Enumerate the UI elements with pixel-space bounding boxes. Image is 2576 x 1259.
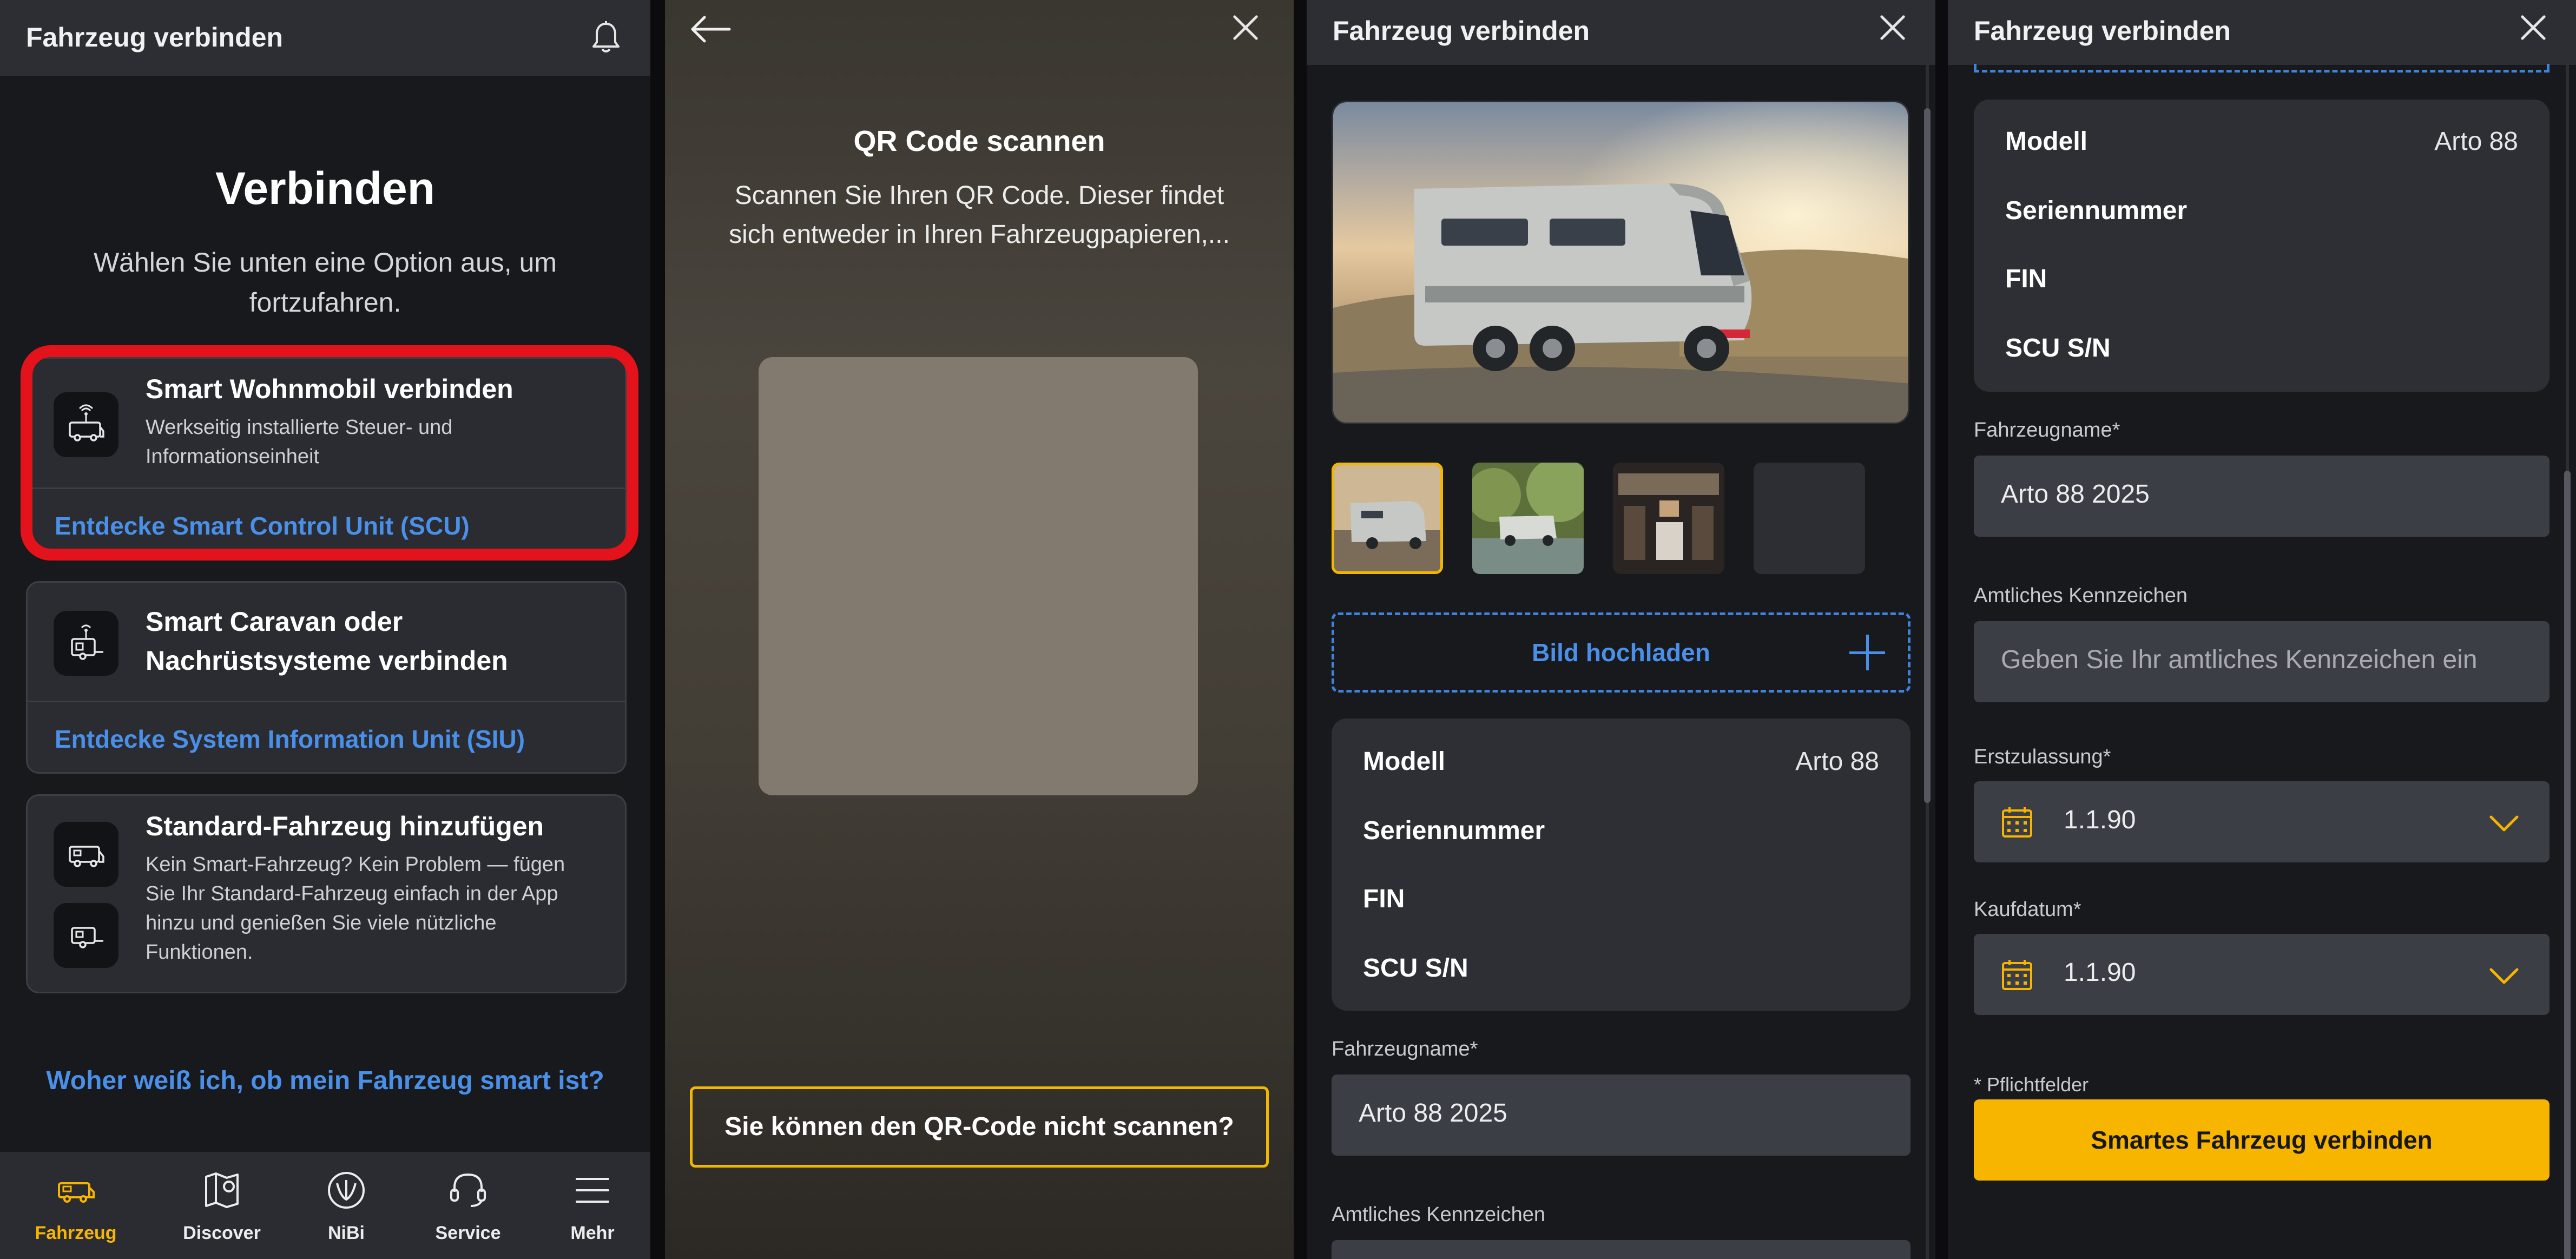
map-pin-icon bbox=[205, 1172, 239, 1208]
vehicle-name-input[interactable]: Arto 88 2025 bbox=[1332, 1075, 1910, 1156]
qr-scan-frame bbox=[759, 357, 1198, 795]
nav-label: Discover bbox=[183, 1223, 261, 1243]
plus-icon bbox=[1849, 635, 1885, 670]
nav-mehr[interactable]: Mehr bbox=[538, 1168, 647, 1244]
motorhome-icon bbox=[58, 1182, 95, 1203]
nav-discover[interactable]: Discover bbox=[168, 1168, 276, 1244]
nav-fahrzeug[interactable]: Fahrzeug bbox=[22, 1168, 130, 1244]
info-row-fin: FIN bbox=[1363, 885, 1405, 913]
menu-icon bbox=[576, 1178, 609, 1203]
plate-input[interactable]: Geben Sie Ihr amtliches Kennzeichen ein bbox=[1974, 621, 2549, 702]
thumbnail-empty[interactable] bbox=[1754, 463, 1865, 574]
nav-label: Mehr bbox=[570, 1223, 615, 1243]
bell-icon[interactable] bbox=[590, 21, 622, 54]
headset-icon bbox=[450, 1173, 486, 1207]
highlight-frame bbox=[21, 345, 638, 561]
nibi-icon bbox=[328, 1172, 365, 1209]
subheading: Wählen Sie unten eine Option aus, um for… bbox=[93, 247, 557, 318]
info-row-model: Modell Arto 88 bbox=[1363, 747, 1879, 776]
purchase-date-select[interactable]: 1.1.90 bbox=[1974, 934, 2549, 1015]
chevron-down-icon bbox=[2489, 815, 2519, 832]
card-title: Standard-Fahrzeug hinzufügen bbox=[146, 811, 544, 841]
caravan-signal-icon bbox=[54, 611, 118, 676]
vehicle-info-card: Modell Arto 88 Seriennummer FIN SCU S/N bbox=[1332, 719, 1910, 1011]
screen-vehicle-form: Fahrzeug verbinden Modell Arto 88 Serien… bbox=[1948, 0, 2576, 1259]
close-icon[interactable] bbox=[1231, 13, 1260, 42]
info-row-fin: FIN bbox=[2005, 265, 2047, 293]
vehicle-hero-image bbox=[1332, 101, 1909, 424]
calendar-icon bbox=[2002, 807, 2032, 838]
registration-label: Erstzulassung* bbox=[1974, 746, 2111, 768]
info-row-serial: Seriennummer bbox=[2005, 196, 2188, 225]
thumbnail-interior[interactable] bbox=[1613, 463, 1724, 574]
nav-label: Service bbox=[435, 1223, 501, 1243]
plate-label: Amtliches Kennzeichen bbox=[1974, 584, 2188, 607]
purchase-label: Kaufdatum* bbox=[1974, 898, 2081, 921]
page-title: Fahrzeug verbinden bbox=[26, 22, 284, 52]
top-bar: Fahrzeug verbinden bbox=[1948, 0, 2576, 65]
card-smart-caravan[interactable]: Smart Caravan oder Nachrüstsysteme verbi… bbox=[26, 581, 627, 774]
nav-label: Fahrzeug bbox=[35, 1223, 117, 1243]
qr-description: Scannen Sie Ihren QR Code. Dieser findet… bbox=[729, 181, 1230, 249]
motorhome-photo bbox=[1333, 102, 1908, 423]
screen-vehicle-details: Fahrzeug verbinden Bild hochladen Modell… bbox=[1307, 0, 1935, 1259]
vehicle-info-card: Modell Arto 88 Seriennummer FIN SCU S/N bbox=[1974, 100, 2549, 392]
qr-help-button[interactable]: Sie können den QR-Code nicht scannen? bbox=[690, 1086, 1269, 1168]
caravan-icon bbox=[54, 903, 118, 968]
plate-label: Amtliches Kennzeichen bbox=[1332, 1203, 1545, 1226]
connect-vehicle-button[interactable]: Smartes Fahrzeug verbinden bbox=[1974, 1099, 2549, 1181]
nav-label: NiBi bbox=[328, 1223, 365, 1243]
page-title: Fahrzeug verbinden bbox=[1333, 16, 1590, 46]
vehicle-name-label: Fahrzeugname* bbox=[1974, 419, 2120, 441]
upload-image-button[interactable]: Bild hochladen bbox=[1332, 612, 1910, 693]
thumbnail-exterior[interactable] bbox=[1332, 463, 1443, 574]
card-standard-vehicle[interactable]: Standard-Fahrzeug hinzufügen Kein Smart-… bbox=[26, 794, 627, 993]
vehicle-name-input[interactable]: Arto 88 2025 bbox=[1974, 456, 2549, 537]
close-icon[interactable] bbox=[2519, 13, 2548, 42]
heading: Verbinden bbox=[215, 163, 436, 214]
info-row-model: Modell Arto 88 bbox=[2005, 127, 2518, 156]
divider bbox=[28, 701, 625, 702]
info-row-serial: Seriennummer bbox=[1363, 816, 1545, 845]
vehicle-name-label: Fahrzeugname* bbox=[1332, 1038, 1478, 1060]
screen-connect-options: Fahrzeug verbinden Verbinden Wählen Sie … bbox=[0, 0, 650, 1259]
nav-service[interactable]: Service bbox=[414, 1168, 522, 1244]
chevron-down-icon bbox=[2489, 968, 2519, 984]
bottom-navigation: Fahrzeug Discover NiBi Service Mehr bbox=[0, 1152, 650, 1259]
upload-label: Bild hochladen bbox=[1532, 638, 1710, 667]
motorhome-icon bbox=[54, 822, 118, 887]
top-bar: Fahrzeug verbinden bbox=[1307, 0, 1935, 65]
upload-box-edge bbox=[1974, 64, 2549, 72]
smart-vehicle-help-link[interactable]: Woher weiß ich, ob mein Fahrzeug smart i… bbox=[0, 1066, 650, 1096]
plate-input[interactable] bbox=[1332, 1240, 1910, 1259]
qr-title: QR Code scannen bbox=[853, 125, 1105, 157]
thumbnail-nature[interactable] bbox=[1472, 463, 1584, 574]
calendar-icon bbox=[2002, 960, 2032, 990]
info-row-scu: SCU S/N bbox=[1363, 954, 1468, 983]
info-row-scu: SCU S/N bbox=[2005, 334, 2111, 362]
close-icon[interactable] bbox=[1878, 13, 1907, 42]
nav-nibi[interactable]: NiBi bbox=[292, 1168, 400, 1244]
card-title: Smart Caravan oder Nachrüstsysteme verbi… bbox=[146, 607, 508, 676]
top-bar: Fahrzeug verbinden bbox=[0, 0, 650, 76]
back-arrow-icon[interactable] bbox=[689, 15, 733, 43]
required-note: * Pflichtfelder bbox=[1974, 1073, 2089, 1096]
page-title: Fahrzeug verbinden bbox=[1974, 16, 2231, 46]
scrollbar[interactable] bbox=[2564, 471, 2571, 1259]
registration-date-select[interactable]: 1.1.90 bbox=[1974, 781, 2549, 862]
card-description: Kein Smart-Fahrzeug? Kein Problem — füge… bbox=[146, 853, 565, 964]
scrollbar[interactable] bbox=[1924, 108, 1931, 803]
discover-siu-link[interactable]: Entdecke System Information Unit (SIU) bbox=[55, 724, 525, 754]
screen-qr-scan: QR Code scannen Scannen Sie Ihren QR Cod… bbox=[665, 0, 1294, 1259]
